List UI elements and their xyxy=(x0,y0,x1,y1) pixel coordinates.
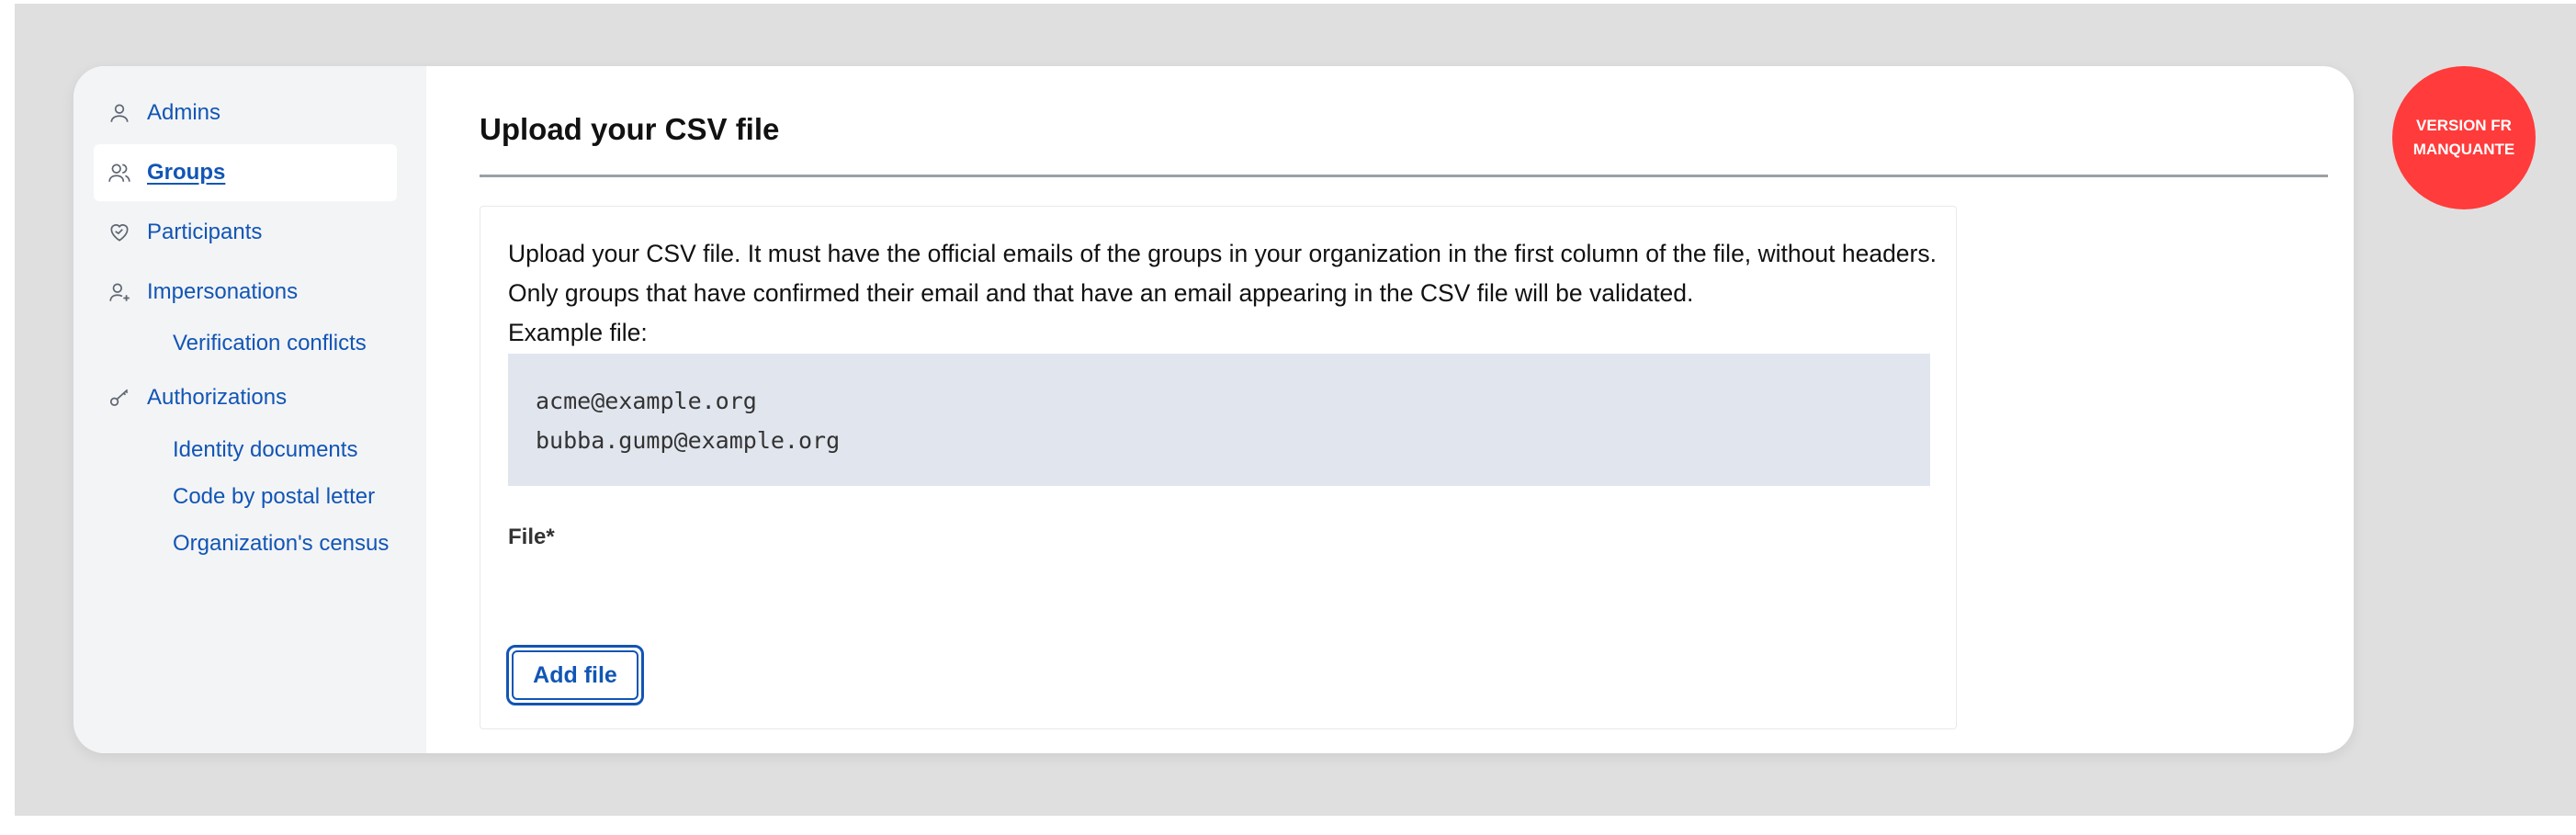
user-add-icon xyxy=(107,279,132,305)
users-icon xyxy=(107,160,132,186)
user-icon xyxy=(107,100,132,126)
example-file-label: Example file: xyxy=(508,319,648,346)
missing-translation-badge: VERSION FR MANQUANTE xyxy=(2392,66,2536,209)
main-content: Upload your CSV file Upload your CSV fil… xyxy=(426,66,2354,753)
sidebar-item-label: Authorizations xyxy=(147,385,288,410)
add-file-button-label: Add file xyxy=(512,650,638,700)
upload-panel: Upload your CSV file. It must have the o… xyxy=(480,206,1957,729)
description-text: Upload your CSV file. It must have the o… xyxy=(508,240,1937,307)
sidebar-item-impersonations[interactable]: Impersonations xyxy=(94,264,397,321)
title-divider xyxy=(480,175,2328,177)
sidebar-item-participants[interactable]: Participants xyxy=(94,204,397,261)
upload-description: Upload your CSV file. It must have the o… xyxy=(508,234,1941,353)
sidebar: Admins Groups Participants Impersonation… xyxy=(73,66,426,753)
sidebar-item-label: Admins xyxy=(147,100,221,125)
sidebar-item-admins[interactable]: Admins xyxy=(94,85,397,141)
sidebar-item-label: Impersonations xyxy=(147,279,299,304)
sidebar-subitem-identity-documents[interactable]: Identity documents xyxy=(173,437,357,463)
sidebar-item-authorizations[interactable]: Authorizations xyxy=(94,369,397,426)
sidebar-item-label: Participants xyxy=(147,220,263,244)
example-line: acme@example.org xyxy=(536,388,757,414)
sidebar-item-groups[interactable]: Groups xyxy=(94,144,397,201)
file-field-label: File* xyxy=(508,525,555,549)
sidebar-subitem-code-by-postal-letter[interactable]: Code by postal letter xyxy=(173,484,375,510)
heart-handshake-icon xyxy=(107,220,132,245)
sidebar-item-label: Groups xyxy=(147,160,226,185)
example-file-code: acme@example.org bubba.gump@example.org xyxy=(508,354,1930,486)
sidebar-subitem-organizations-census[interactable]: Organization's census xyxy=(173,531,389,557)
add-file-button[interactable]: Add file xyxy=(506,645,644,705)
example-line: bubba.gump@example.org xyxy=(536,427,841,454)
sidebar-subitem-verification-conflicts[interactable]: Verification conflicts xyxy=(173,331,367,356)
page-title: Upload your CSV file xyxy=(480,112,780,146)
key-icon xyxy=(107,385,132,411)
admin-card: Admins Groups Participants Impersonation… xyxy=(73,66,2354,753)
